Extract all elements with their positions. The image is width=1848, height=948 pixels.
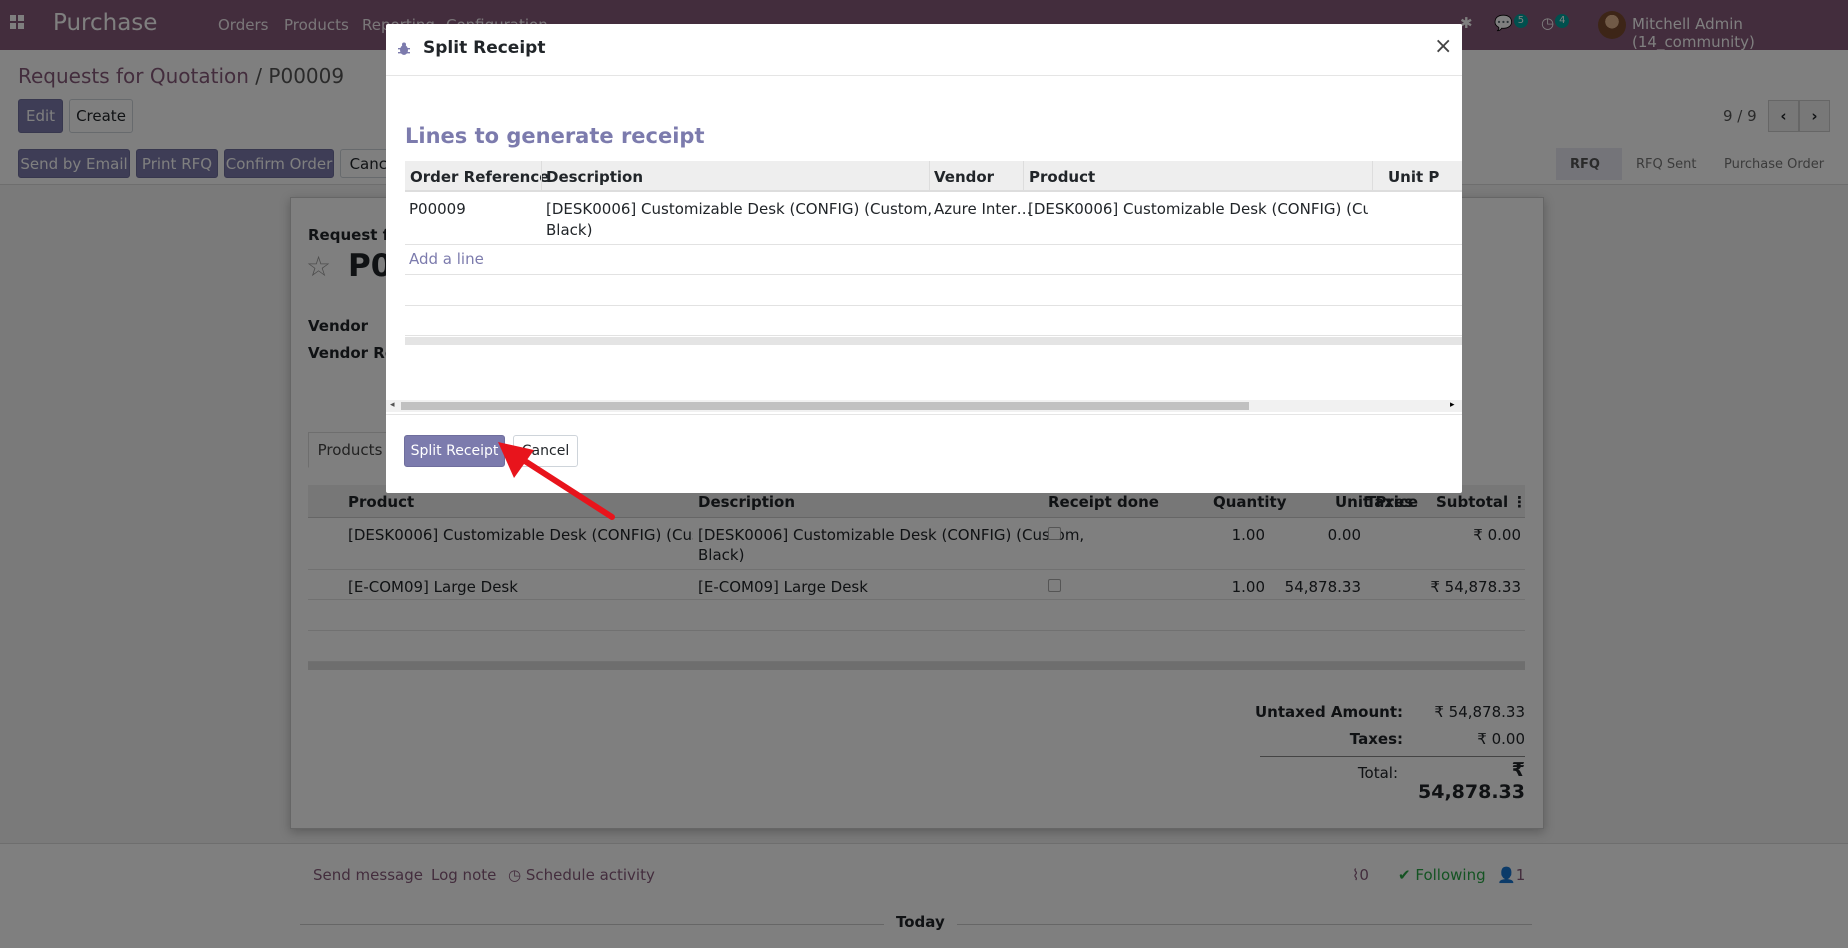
row-description-cont: Black) [546,221,593,239]
row-vendor: Azure Inter… [934,200,1032,218]
col-order-reference[interactable]: Order Reference [410,168,549,186]
col-unit-price[interactable]: Unit P [1388,168,1439,186]
scrollbar-thumb[interactable] [401,402,1249,410]
add-a-line-link[interactable]: Add a line [409,250,484,268]
row-product: [DESK0006] Customizable Desk (CONFIG) (C… [1028,200,1368,218]
receipt-line-row[interactable]: P00009 [DESK0006] Customizable Desk (CON… [405,192,1462,245]
empty-row [405,306,1462,336]
modal-title: Split Receipt [423,38,546,58]
bug-icon [398,42,410,55]
receipt-lines-header: Order Reference Description Vendor Produ… [405,161,1462,192]
col-product[interactable]: Product [1029,168,1095,186]
annotation-arrow-icon [498,442,615,520]
col-description[interactable]: Description [546,168,643,186]
modal-header: Split Receipt × [386,24,1462,76]
section-title: Lines to generate receipt [405,124,705,148]
empty-row [405,275,1462,306]
close-icon[interactable]: × [1434,34,1452,59]
row-order-reference: P00009 [409,200,466,218]
split-receipt-dialog: Split Receipt × Lines to generate receip… [386,24,1462,493]
add-line-row: Add a line [405,245,1462,275]
row-description: [DESK0006] Customizable Desk (CONFIG) (C… [546,200,933,218]
table-footer-bar [405,337,1462,345]
col-vendor[interactable]: Vendor [934,168,994,186]
scroll-right-arrow-icon[interactable]: ▸ [1450,400,1455,410]
scroll-left-arrow-icon[interactable]: ◂ [390,400,395,410]
